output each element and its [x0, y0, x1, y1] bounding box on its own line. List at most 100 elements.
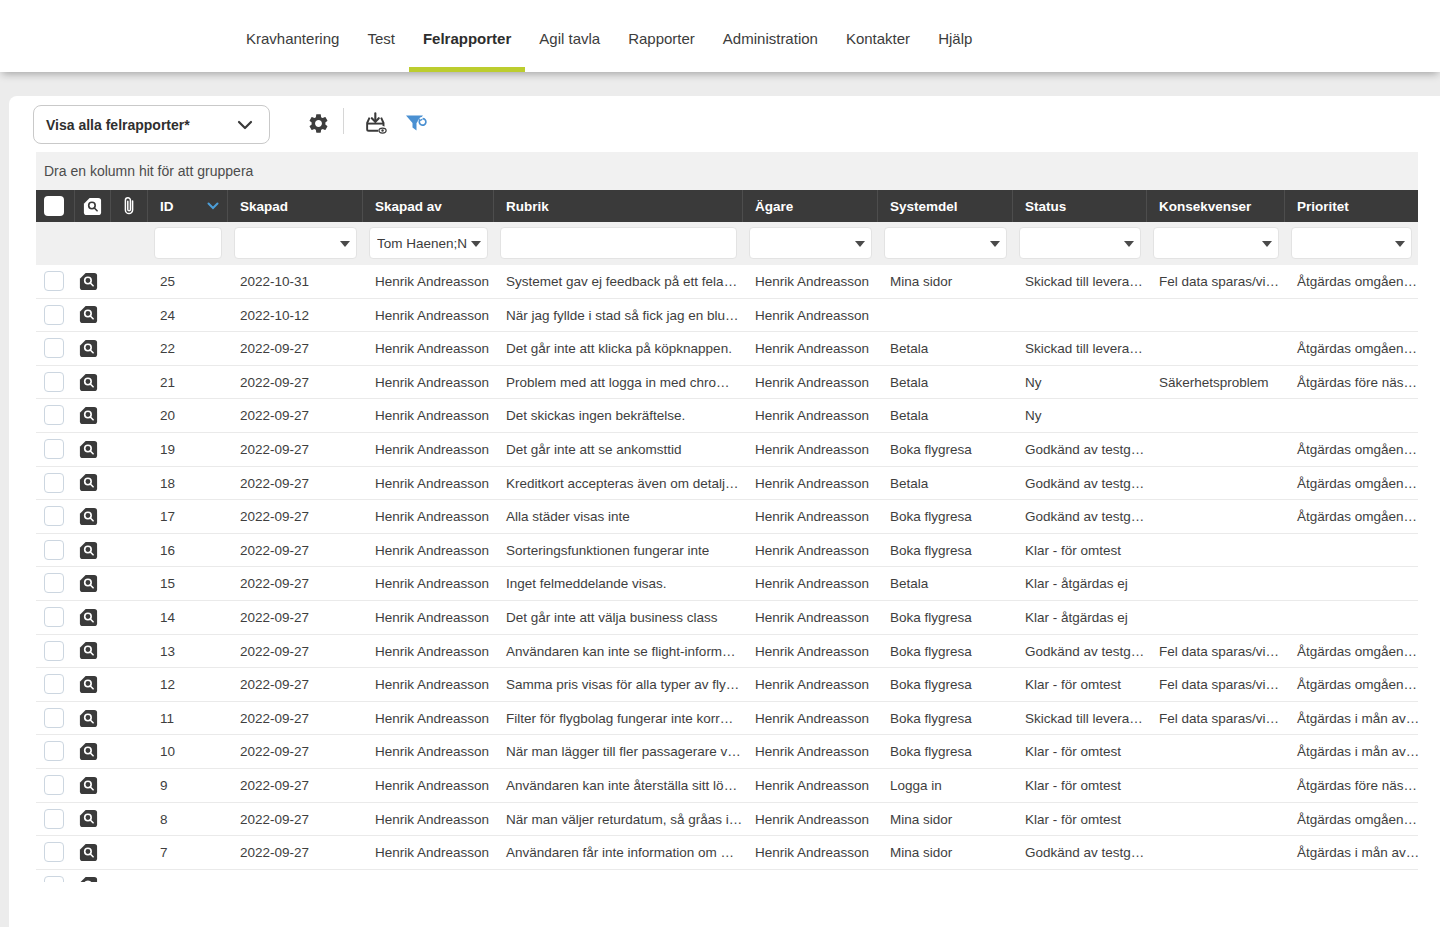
preview-magnifier-icon[interactable] — [78, 372, 99, 393]
header-rubrik[interactable]: Rubrik — [494, 190, 743, 222]
filter-skapad-input[interactable] — [234, 227, 357, 259]
table-row[interactable]: 15 2022-09-27 Henrik Andreasson Inget fe… — [36, 567, 1418, 601]
row-checkbox[interactable] — [44, 473, 64, 493]
filter-systemdel-input[interactable] — [884, 227, 1007, 259]
tab-agil-tavla[interactable]: Agil tavla — [525, 0, 614, 72]
row-checkbox[interactable] — [44, 641, 64, 661]
filter-button[interactable] — [404, 110, 430, 136]
preview-magnifier-icon[interactable] — [78, 338, 99, 359]
filter-id-input[interactable] — [154, 227, 222, 259]
preview-magnifier-icon[interactable] — [78, 439, 99, 460]
preview-magnifier-icon[interactable] — [78, 640, 99, 661]
table-row[interactable]: 20 2022-09-27 Henrik Andreasson Det skic… — [36, 399, 1418, 433]
table-row[interactable]: 10 2022-09-27 Henrik Andreasson När man … — [36, 735, 1418, 769]
header-agare[interactable]: Ägare — [743, 190, 878, 222]
table-row[interactable]: 14 2022-09-27 Henrik Andreasson Det går … — [36, 601, 1418, 635]
row-checkbox[interactable] — [44, 842, 64, 862]
preview-magnifier-icon[interactable] — [78, 607, 99, 628]
header-id[interactable]: ID — [148, 190, 228, 222]
table-row[interactable]: 8 2022-09-27 Henrik Andreasson När man v… — [36, 803, 1418, 837]
preview-magnifier-icon[interactable] — [78, 573, 99, 594]
table-row[interactable]: 13 2022-09-27 Henrik Andreasson Användar… — [36, 635, 1418, 669]
preview-magnifier-icon[interactable] — [78, 540, 99, 561]
header-konsekvenser[interactable]: Konsekvenser — [1147, 190, 1285, 222]
view-selector-dropdown[interactable]: Visa alla felrapporter* — [33, 105, 270, 144]
header-status[interactable]: Status — [1013, 190, 1147, 222]
row-checkbox[interactable] — [44, 775, 64, 795]
row-checkbox[interactable] — [44, 338, 64, 358]
preview-magnifier-icon[interactable] — [78, 304, 99, 325]
preview-magnifier-icon[interactable] — [78, 472, 99, 493]
filter-rubrik-input[interactable] — [500, 227, 737, 259]
row-checkbox[interactable] — [44, 708, 64, 728]
tab-test[interactable]: Test — [353, 0, 409, 72]
tab-kontakter[interactable]: Kontakter — [832, 0, 924, 72]
cell-konsekvenser — [1147, 567, 1285, 600]
cell-id — [148, 870, 228, 882]
row-checkbox[interactable] — [44, 741, 64, 761]
settings-button[interactable] — [305, 110, 331, 136]
row-checkbox[interactable] — [44, 372, 64, 392]
preview-magnifier-icon[interactable] — [78, 775, 99, 796]
table-row[interactable]: 24 2022-10-12 Henrik Andreasson När jag … — [36, 299, 1418, 333]
preview-magnifier-icon[interactable] — [78, 708, 99, 729]
row-checkbox[interactable] — [44, 573, 64, 593]
preview-magnifier-icon[interactable] — [78, 842, 99, 863]
tab-felrapporter[interactable]: Felrapporter — [409, 0, 525, 72]
table-row[interactable]: 18 2022-09-27 Henrik Andreasson Kreditko… — [36, 467, 1418, 501]
filter-konsekvenser-input[interactable] — [1153, 227, 1279, 259]
preview-magnifier-icon[interactable] — [78, 506, 99, 527]
row-preview-cell — [75, 399, 111, 432]
header-skapad[interactable]: Skapad — [228, 190, 363, 222]
row-select-cell — [36, 299, 75, 332]
table-row[interactable]: 12 2022-09-27 Henrik Andreasson Samma pr… — [36, 668, 1418, 702]
cell-konsekvenser — [1147, 870, 1285, 882]
filter-status-input[interactable] — [1019, 227, 1141, 259]
row-attachment-cell — [111, 467, 148, 500]
row-select-cell — [36, 668, 75, 701]
table-row[interactable]: 25 2022-10-31 Henrik Andreasson Systemet… — [36, 265, 1418, 299]
preview-magnifier-icon[interactable] — [78, 405, 99, 426]
view-selector-label: Visa alla felrapporter* — [46, 117, 190, 133]
preview-magnifier-icon[interactable] — [78, 271, 99, 292]
tab-rapporter[interactable]: Rapporter — [614, 0, 709, 72]
group-by-bar[interactable]: Dra en kolumn hit för att gruppera — [36, 152, 1418, 190]
table-row[interactable]: 21 2022-09-27 Henrik Andreasson Problem … — [36, 366, 1418, 400]
tab-kravhantering[interactable]: Kravhantering — [232, 0, 353, 72]
filter-prioritet-input[interactable] — [1291, 227, 1412, 259]
row-checkbox[interactable] — [44, 674, 64, 694]
row-checkbox[interactable] — [44, 876, 64, 882]
cell-id: 22 — [148, 332, 228, 365]
table-row[interactable]: 7 2022-09-27 Henrik Andreasson Användare… — [36, 836, 1418, 870]
row-checkbox[interactable] — [44, 506, 64, 526]
filter-agare-input[interactable] — [749, 227, 872, 259]
select-all-checkbox[interactable] — [44, 196, 64, 216]
cell-konsekvenser: Fel data sparas/vi… — [1147, 635, 1285, 668]
filter-skapad-av-input[interactable] — [369, 227, 488, 259]
preview-magnifier-icon[interactable] — [78, 674, 99, 695]
table-row[interactable]: 17 2022-09-27 Henrik Andreasson Alla stä… — [36, 500, 1418, 534]
header-systemdel[interactable]: Systemdel — [878, 190, 1013, 222]
table-row[interactable]: 11 2022-09-27 Henrik Andreasson Filter f… — [36, 702, 1418, 736]
preview-magnifier-icon[interactable] — [78, 875, 99, 882]
row-checkbox[interactable] — [44, 405, 64, 425]
row-checkbox[interactable] — [44, 809, 64, 829]
header-skapad-av[interactable]: Skapad av — [363, 190, 494, 222]
header-prioritet[interactable]: Prioritet — [1285, 190, 1418, 222]
table-row[interactable]: 19 2022-09-27 Henrik Andreasson Det går … — [36, 433, 1418, 467]
preview-magnifier-icon[interactable] — [78, 741, 99, 762]
row-checkbox[interactable] — [44, 305, 64, 325]
cell-status: Klar - åtgärdas ej — [1013, 601, 1147, 634]
tab-administration[interactable]: Administration — [709, 0, 832, 72]
row-checkbox[interactable] — [44, 540, 64, 560]
tab-hjalp[interactable]: Hjälp — [924, 0, 986, 72]
row-checkbox[interactable] — [44, 439, 64, 459]
preview-magnifier-icon[interactable] — [78, 808, 99, 829]
export-button[interactable] — [363, 110, 389, 136]
row-checkbox[interactable] — [44, 607, 64, 627]
table-row[interactable] — [36, 870, 1418, 882]
row-checkbox[interactable] — [44, 271, 64, 291]
table-row[interactable]: 9 2022-09-27 Henrik Andreasson Användare… — [36, 769, 1418, 803]
table-row[interactable]: 22 2022-09-27 Henrik Andreasson Det går … — [36, 332, 1418, 366]
table-row[interactable]: 16 2022-09-27 Henrik Andreasson Sorterin… — [36, 534, 1418, 568]
